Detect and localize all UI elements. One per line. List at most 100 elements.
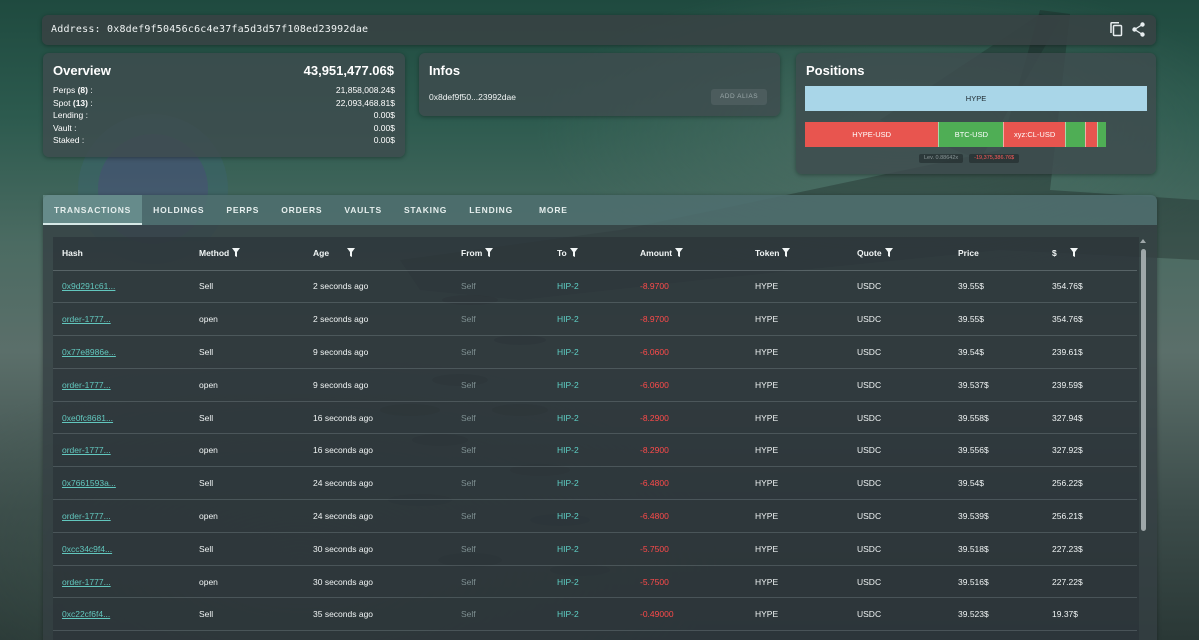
header-age[interactable]: Age bbox=[304, 237, 452, 271]
positions-card: Positions HYPE HYPE-USD BTC-USD xyz:CL-USD… bbox=[796, 53, 1156, 174]
filter-icon[interactable] bbox=[232, 248, 241, 258]
header-from[interactable]: From bbox=[452, 237, 548, 271]
tx-hash-link[interactable]: 0xcc34c9f4... bbox=[62, 544, 112, 554]
cell-to[interactable]: HIP-2 bbox=[548, 499, 631, 533]
tab-lending[interactable]: LENDING bbox=[458, 195, 524, 225]
cell-usd: 327.92$ bbox=[1043, 433, 1137, 468]
header-label: Quote bbox=[857, 248, 882, 259]
cell-to[interactable]: HIP-2 bbox=[548, 270, 631, 304]
cell-to[interactable]: HIP-2 bbox=[548, 401, 631, 435]
cell-method: Sell bbox=[190, 401, 304, 435]
header-label: Amount bbox=[640, 248, 673, 259]
cell-age: 16 seconds ago bbox=[304, 401, 452, 435]
tx-hash-link[interactable]: 0xe0fc8681... bbox=[62, 413, 113, 423]
cell-from: Self bbox=[452, 532, 548, 566]
tx-hash-link[interactable]: 0x7661593a... bbox=[62, 478, 116, 488]
transactions-table: Hash Method Age From To Amount Token Quo… bbox=[53, 237, 1139, 640]
tx-hash-link[interactable]: order-1777... bbox=[62, 314, 111, 324]
cell-amount: -8.2900 bbox=[631, 433, 746, 468]
cell-token: HYPE bbox=[746, 335, 848, 369]
cell-token: HYPE bbox=[746, 532, 848, 566]
tx-hash-link[interactable]: order-1777... bbox=[62, 445, 111, 455]
perp-allocation-segment[interactable]: HYPE-USD bbox=[805, 122, 939, 147]
tab-vaults[interactable]: VAULTS bbox=[333, 195, 393, 225]
tx-hash-link[interactable]: 0x9d291c61... bbox=[62, 281, 115, 291]
tab-transactions[interactable]: TRANSACTIONS bbox=[43, 195, 143, 225]
positions-title: Positions bbox=[806, 63, 865, 78]
cell-token: HYPE bbox=[746, 597, 848, 632]
cell-from: Self bbox=[452, 368, 548, 402]
cell-price: 39.54$ bbox=[949, 335, 1043, 369]
cell-method: Sell bbox=[190, 532, 304, 566]
header-label: Method bbox=[199, 248, 230, 259]
header-to[interactable]: To bbox=[548, 237, 631, 271]
perp-allocation-segment[interactable]: xyz:CL-USD bbox=[1003, 122, 1065, 147]
header-label: From bbox=[461, 248, 483, 259]
tx-hash-link[interactable]: order-1777... bbox=[62, 577, 111, 587]
tab-holdings[interactable]: HOLDINGS bbox=[142, 195, 215, 225]
cell-hash: 0xe0fc8681... bbox=[53, 401, 190, 435]
perp-allocation-segment[interactable] bbox=[1064, 122, 1086, 147]
share-icon[interactable] bbox=[1131, 21, 1146, 38]
add-alias-button[interactable]: ADD ALIAS bbox=[711, 89, 767, 105]
cell-hash: order-1777... bbox=[53, 433, 190, 468]
cell-price: 39.55$ bbox=[949, 302, 1043, 337]
perp-allocation-segment[interactable] bbox=[1085, 122, 1098, 147]
filter-icon[interactable] bbox=[347, 248, 356, 258]
tab-staking[interactable]: STAKING bbox=[393, 195, 458, 225]
filter-icon[interactable] bbox=[782, 248, 791, 258]
table-row: order-1777... open 24 seconds ago Self HIP-2… bbox=[53, 499, 1137, 533]
perp-allocation-segment[interactable] bbox=[1097, 122, 1106, 147]
spot-allocation-bar[interactable]: HYPE bbox=[805, 86, 1147, 111]
table-row: 0xe0fc8681... Sell 16 seconds ago Self HIP-2… bbox=[53, 401, 1137, 435]
tx-hash-link[interactable]: 0xc22cf6f4... bbox=[62, 609, 110, 619]
filter-icon[interactable] bbox=[675, 248, 684, 258]
header-token[interactable]: Token bbox=[746, 237, 848, 271]
scrollbar-thumb[interactable] bbox=[1141, 249, 1146, 531]
tab-more[interactable]: MORE bbox=[528, 195, 579, 225]
table-scrollbar[interactable] bbox=[1139, 237, 1147, 640]
table-row: 0x9d291c61... Sell 2 seconds ago Self HIP-2-… bbox=[53, 270, 1137, 304]
infos-title: Infos bbox=[429, 63, 461, 78]
filter-icon[interactable] bbox=[884, 248, 893, 258]
header-quote[interactable]: Quote bbox=[848, 237, 949, 271]
header-amount[interactable]: Amount bbox=[631, 237, 746, 271]
cell-to[interactable]: HIP-2 bbox=[548, 335, 631, 369]
table-header-row: Hash Method Age From To Amount Token Quo… bbox=[53, 237, 1137, 271]
cell-to[interactable]: HIP-2 bbox=[548, 433, 631, 468]
header-method[interactable]: Method bbox=[190, 237, 304, 271]
cell-from: Self bbox=[452, 433, 548, 468]
cell-age: 30 seconds ago bbox=[304, 565, 452, 599]
leverage-badge: Lev. 0.88642x bbox=[919, 154, 964, 163]
perp-allocation-segment[interactable]: BTC-USD bbox=[938, 122, 1004, 147]
overview-row-count: (8) bbox=[77, 85, 88, 95]
copy-icon[interactable] bbox=[1109, 21, 1124, 38]
overview-rows: Perps (8) : 21,858,008.24$ Spot (13) : 2… bbox=[53, 84, 395, 147]
tx-hash-link[interactable]: order-1777... bbox=[62, 380, 111, 390]
filter-icon[interactable] bbox=[485, 248, 494, 258]
overview-row-label: Lending : bbox=[53, 110, 88, 121]
cell-quote: USDC bbox=[848, 565, 949, 599]
overview-row-value: 0.00$ bbox=[373, 122, 395, 133]
tx-hash-link[interactable]: 0x77e8986e... bbox=[62, 347, 116, 357]
cell-age: 9 seconds ago bbox=[304, 335, 452, 369]
tx-hash-link[interactable]: order-1777... bbox=[62, 511, 111, 521]
filter-icon[interactable] bbox=[569, 248, 578, 258]
header-usd[interactable]: $ bbox=[1043, 237, 1137, 271]
tab-orders[interactable]: ORDERS bbox=[270, 195, 333, 225]
cell-to[interactable]: HIP-2 bbox=[548, 368, 631, 402]
cell-to[interactable]: HIP-2 bbox=[548, 532, 631, 566]
cell-to[interactable]: HIP-2 bbox=[548, 302, 631, 337]
cell-to[interactable]: HIP-2 bbox=[548, 597, 631, 632]
cell-to[interactable]: HIP-2 bbox=[548, 466, 631, 501]
cell-quote: USDC bbox=[848, 597, 949, 632]
cell-to[interactable]: HIP-2 bbox=[548, 565, 631, 599]
table-row: order-1777... open 16 seconds ago Self HIP-2… bbox=[53, 433, 1137, 468]
address-value[interactable]: 0x8def9f50456c6c4e37fa5d3d57f108ed23992d… bbox=[107, 24, 368, 35]
scroll-up-icon[interactable] bbox=[1139, 237, 1147, 245]
filter-icon[interactable] bbox=[1069, 248, 1078, 258]
tab-perps[interactable]: PERPS bbox=[215, 195, 270, 225]
cell-usd: 19.37$ bbox=[1043, 597, 1137, 632]
cell-method: Sell bbox=[190, 597, 304, 632]
cell-from: Self bbox=[452, 565, 548, 599]
